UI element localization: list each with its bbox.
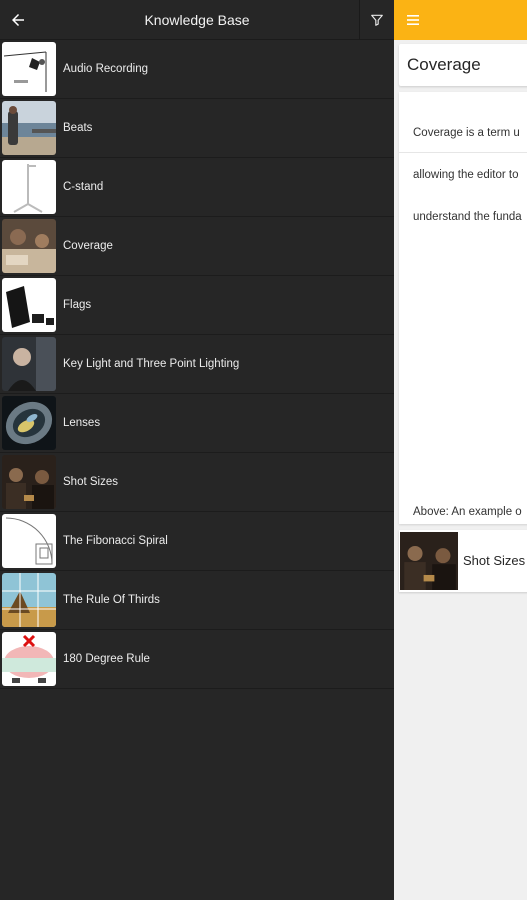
list-item-label: The Fibonacci Spiral (63, 535, 168, 547)
shot-sizes-thumbnail (2, 455, 56, 509)
filter-icon (371, 14, 383, 26)
list-item-label: Audio Recording (63, 63, 149, 75)
flags-thumbnail (2, 278, 56, 332)
audio-recording-thumbnail (2, 42, 56, 96)
list-item-label: Flags (63, 299, 92, 311)
list-item-label: C-stand (63, 181, 104, 193)
list-item-label: Shot Sizes (63, 476, 118, 488)
list-item-lenses[interactable]: Lenses (0, 394, 394, 453)
coverage-thumbnail (2, 219, 56, 273)
back-button[interactable] (0, 0, 36, 40)
body-divider (399, 152, 527, 153)
beats-thumbnail (2, 101, 56, 155)
article-title-card: Coverage (399, 44, 527, 86)
list-item-label: Coverage (63, 240, 113, 252)
article-body-card: Coverage is a term u allowing the editor… (399, 92, 527, 524)
list-item-180-degree-rule[interactable]: 180 Degree Rule (0, 630, 394, 689)
body-line: Coverage is a term u (413, 127, 520, 139)
detail-panel: Coverage Coverage is a term u allowing t… (394, 0, 527, 900)
body-line: allowing the editor to (413, 169, 519, 181)
list-item-key-light[interactable]: Key Light and Three Point Lighting (0, 335, 394, 394)
related-article-label: Shot Sizes (463, 553, 526, 568)
list-item-audio-recording[interactable]: Audio Recording (0, 40, 394, 99)
lenses-thumbnail (2, 396, 56, 450)
list-item-shot-sizes[interactable]: Shot Sizes (0, 453, 394, 512)
image-caption: Above: An example o (413, 506, 522, 518)
body-line: understand the funda (413, 211, 522, 223)
detail-app-bar (394, 0, 527, 40)
arrow-left-icon (12, 14, 24, 26)
page-title: Knowledge Base (144, 12, 250, 28)
key-light-thumbnail (2, 337, 56, 391)
list-item-rule-of-thirds[interactable]: The Rule Of Thirds (0, 571, 394, 630)
list-item-coverage[interactable]: Coverage (0, 217, 394, 276)
menu-button[interactable] (402, 10, 424, 30)
list-item-fibonacci-spiral[interactable]: The Fibonacci Spiral (0, 512, 394, 571)
related-article-card[interactable]: Shot Sizes (399, 530, 527, 592)
list-item-c-stand[interactable]: C-stand (0, 158, 394, 217)
list-item-beats[interactable]: Beats (0, 99, 394, 158)
c-stand-thumbnail (2, 160, 56, 214)
filter-button[interactable] (360, 0, 394, 40)
180-degree-rule-thumbnail (2, 632, 56, 686)
menu-icon (407, 15, 419, 25)
article-list: Audio Recording Beats C-stand Coverage F… (0, 40, 394, 689)
list-item-label: Key Light and Three Point Lighting (63, 358, 240, 370)
list-item-label: Beats (63, 122, 93, 134)
shot-sizes-thumbnail (400, 532, 458, 590)
list-item-label: Lenses (63, 417, 101, 429)
list-item-label: The Rule Of Thirds (63, 594, 160, 606)
article-body-text: Coverage is a term u allowing the editor… (413, 98, 527, 252)
fibonacci-spiral-thumbnail (2, 514, 56, 568)
top-app-bar: Knowledge Base (0, 0, 394, 40)
article-title: Coverage (407, 55, 481, 74)
rule-of-thirds-thumbnail (2, 573, 56, 627)
knowledge-base-panel: Knowledge Base Audio Recording Beats C-s… (0, 0, 394, 900)
list-item-flags[interactable]: Flags (0, 276, 394, 335)
list-item-label: 180 Degree Rule (63, 653, 150, 665)
